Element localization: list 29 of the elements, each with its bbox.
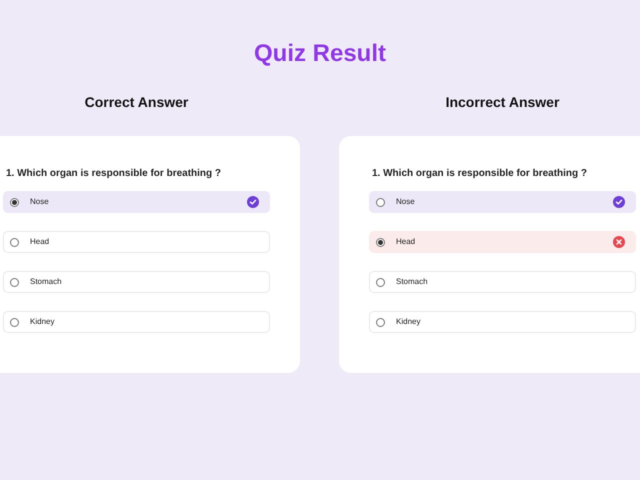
question-text: 1. Which organ is responsible for breathing ? (6, 167, 222, 181)
radio-button[interactable] (10, 238, 19, 246)
answer-option[interactable]: Stomach (3, 271, 270, 293)
option-label: Stomach (30, 276, 63, 288)
radio-button[interactable] (376, 318, 385, 326)
answer-option[interactable]: Head (369, 231, 636, 253)
radio-button[interactable] (376, 198, 385, 206)
radio-button[interactable] (376, 238, 385, 246)
answer-option[interactable]: Nose (369, 191, 636, 213)
radio-button[interactable] (10, 198, 19, 206)
radio-button[interactable] (10, 318, 19, 326)
option-label: Head (30, 236, 50, 248)
answer-option[interactable]: Head (3, 231, 270, 253)
radio-button[interactable] (376, 278, 385, 286)
page-title: Quiz Result (254, 39, 386, 69)
answer-option[interactable]: Stomach (369, 271, 636, 293)
answer-option[interactable]: Kidney (369, 311, 636, 333)
option-label: Kidney (30, 316, 56, 328)
option-label: Nose (396, 196, 416, 208)
option-label: Head (396, 236, 416, 248)
section-heading: Incorrect Answer (446, 93, 560, 112)
answer-option[interactable]: Kidney (3, 311, 270, 333)
option-label: Nose (30, 196, 50, 208)
radio-button[interactable] (10, 278, 19, 286)
option-label: Kidney (396, 316, 422, 328)
answer-option[interactable]: Nose (3, 191, 270, 213)
option-label: Stomach (396, 276, 429, 288)
section-heading: Correct Answer (84, 93, 188, 112)
question-text: 1. Which organ is responsible for breathing ? (372, 167, 588, 181)
